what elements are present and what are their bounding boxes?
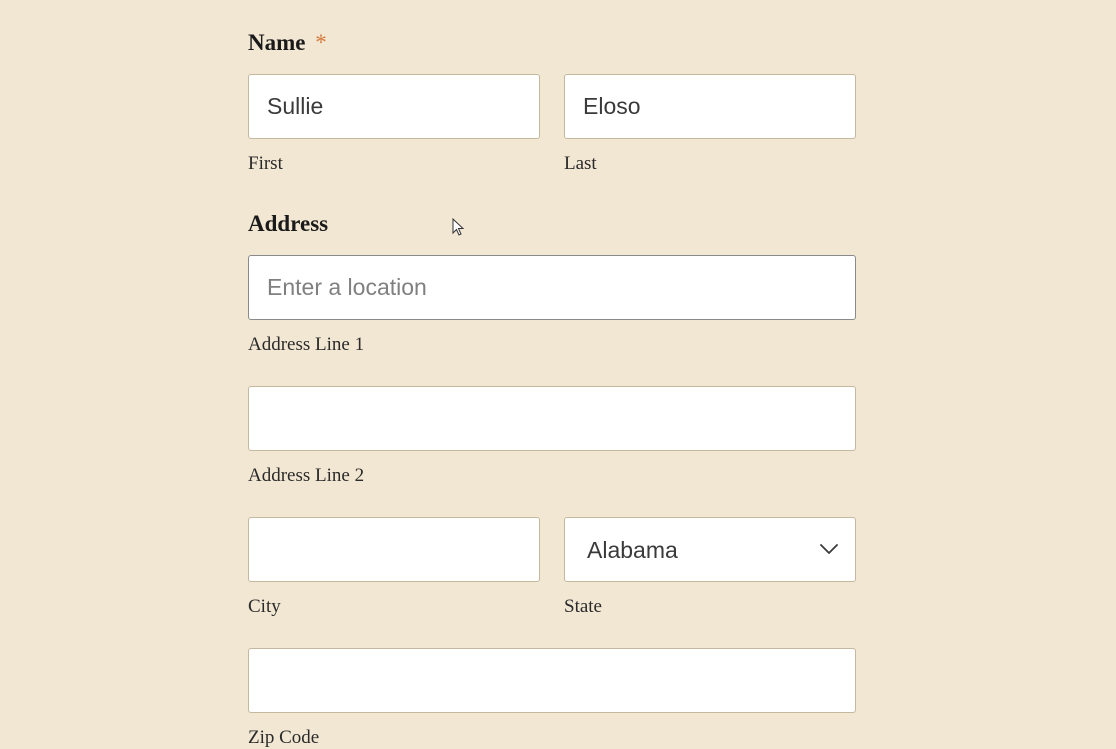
address-line2-sublabel: Address Line 2 bbox=[248, 465, 856, 487]
name-section-label: Name * bbox=[248, 30, 856, 56]
first-name-sublabel: First bbox=[248, 153, 540, 175]
state-group: Alabama State bbox=[564, 517, 856, 618]
address-line1-sublabel: Address Line 1 bbox=[248, 334, 856, 356]
required-asterisk: * bbox=[315, 30, 327, 55]
city-group: City bbox=[248, 517, 540, 618]
city-input[interactable] bbox=[248, 517, 540, 582]
form-container: Name * First Last Address Address Line 1… bbox=[248, 30, 856, 749]
address-line1-input[interactable] bbox=[248, 255, 856, 320]
name-row: First Last bbox=[248, 74, 856, 175]
address-line2-input[interactable] bbox=[248, 386, 856, 451]
last-name-sublabel: Last bbox=[564, 153, 856, 175]
address-line1-group: Address Line 1 bbox=[248, 255, 856, 356]
city-sublabel: City bbox=[248, 596, 540, 618]
address-label-text: Address bbox=[248, 211, 328, 236]
address-section-label: Address bbox=[248, 211, 856, 237]
state-select[interactable]: Alabama bbox=[564, 517, 856, 582]
zip-field: Zip Code bbox=[248, 648, 856, 749]
state-select-wrapper: Alabama bbox=[564, 517, 856, 582]
last-name-group: Last bbox=[564, 74, 856, 175]
city-state-row: City Alabama State bbox=[248, 517, 856, 618]
state-sublabel: State bbox=[564, 596, 856, 618]
first-name-group: First bbox=[248, 74, 540, 175]
last-name-input[interactable] bbox=[564, 74, 856, 139]
address-line2-group: Address Line 2 bbox=[248, 386, 856, 487]
zip-sublabel: Zip Code bbox=[248, 727, 856, 749]
zip-group: Zip Code bbox=[248, 648, 856, 749]
zip-input[interactable] bbox=[248, 648, 856, 713]
first-name-input[interactable] bbox=[248, 74, 540, 139]
name-label-text: Name bbox=[248, 30, 305, 55]
